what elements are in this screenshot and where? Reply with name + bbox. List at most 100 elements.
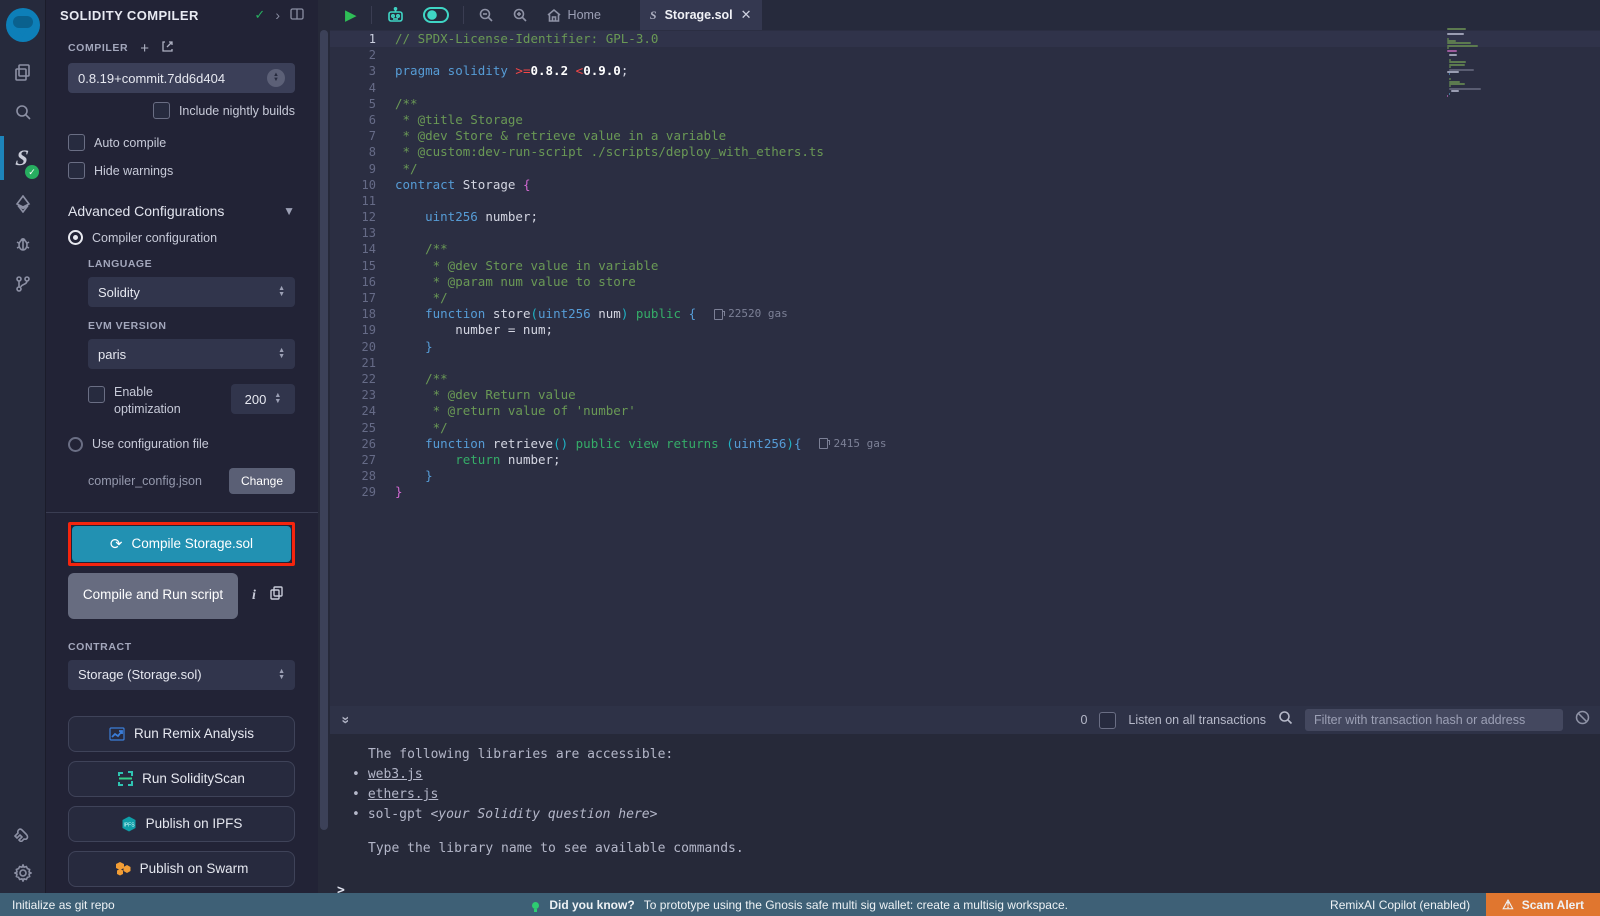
publish-on-swarm-button[interactable]: Publish on Swarm <box>68 851 295 887</box>
line-number: 7 <box>330 128 395 144</box>
code-line[interactable]: 7 * @dev Store & retrieve value in a var… <box>330 128 1600 144</box>
code-line[interactable]: 22 /** <box>330 371 1600 387</box>
code-line[interactable]: 9 */ <box>330 161 1600 177</box>
use-config-file-radio[interactable] <box>68 437 83 452</box>
code-line[interactable]: 5/** <box>330 96 1600 112</box>
code-line[interactable]: 28 } <box>330 468 1600 484</box>
file-explorer-icon[interactable] <box>0 52 45 92</box>
optimization-runs-input[interactable]: 200 ▲▼ <box>231 384 295 414</box>
auto-compile-checkbox[interactable] <box>68 134 85 151</box>
code-line[interactable]: 8 * @custom:dev-run-script ./scripts/dep… <box>330 144 1600 160</box>
code-line[interactable]: 11 <box>330 193 1600 209</box>
code-line[interactable]: 14 /** <box>330 241 1600 257</box>
code-line[interactable]: 12 uint256 number; <box>330 209 1600 225</box>
panel-scrollbar[interactable] <box>318 0 330 893</box>
compile-and-run-button[interactable]: Compile and Run script <box>68 573 238 619</box>
advanced-configurations-toggle[interactable]: Advanced Configurations ▼ <box>68 203 295 219</box>
code-line[interactable]: 17 */ <box>330 290 1600 306</box>
compiler-version-select[interactable]: 0.8.19+commit.7dd6d404 ▲▼ <box>68 63 295 93</box>
line-number: 11 <box>330 193 395 209</box>
code-line[interactable]: 29} <box>330 484 1600 500</box>
ai-copilot-robot-icon[interactable] <box>377 7 414 24</box>
run-solidityscan-button[interactable]: Run SolidityScan <box>68 761 295 797</box>
code-line[interactable]: 21 <box>330 355 1600 371</box>
search-icon[interactable] <box>0 92 45 132</box>
code-line[interactable]: 3pragma solidity >=0.8.2 <0.9.0; <box>330 63 1600 79</box>
zoom-in-icon[interactable] <box>503 7 537 23</box>
code-line[interactable]: 16 * @param num value to store <box>330 274 1600 290</box>
zoom-out-icon[interactable] <box>469 7 503 23</box>
close-tab-icon[interactable]: ✕ <box>741 7 752 23</box>
lightbulb-icon <box>532 902 539 909</box>
change-config-button[interactable]: Change <box>229 468 295 494</box>
use-config-file-radio-row[interactable]: Use configuration file <box>68 437 295 452</box>
code-line[interactable]: 18 function store(uint256 num) public {2… <box>330 306 1600 322</box>
tab-storage-sol[interactable]: S Storage.sol ✕ <box>640 0 762 30</box>
code-line[interactable]: 26 function retrieve() public view retur… <box>330 436 1600 452</box>
terminal-link[interactable]: web3.js <box>368 767 423 782</box>
pin-panel-icon[interactable] <box>290 7 304 23</box>
listen-transactions-checkbox[interactable] <box>1099 712 1116 729</box>
scan-icon <box>118 771 133 786</box>
line-number: 8 <box>330 144 395 160</box>
terminal-line: •ethers.js <box>330 785 1600 805</box>
icon-rail: S ✓ <box>0 0 46 893</box>
code-line[interactable]: 4 <box>330 80 1600 96</box>
terminal-link[interactable]: ethers.js <box>368 787 438 802</box>
hide-warnings-checkbox-row[interactable]: Hide warnings <box>68 162 295 179</box>
hide-warnings-checkbox[interactable] <box>68 162 85 179</box>
code-line[interactable]: 15 * @dev Store value in variable <box>330 258 1600 274</box>
code-line[interactable]: 10contract Storage { <box>330 177 1600 193</box>
open-external-compiler-icon[interactable] <box>161 40 174 56</box>
code-line[interactable]: 20 } <box>330 339 1600 355</box>
transaction-filter-input[interactable] <box>1305 709 1563 731</box>
code-line[interactable]: 13 <box>330 225 1600 241</box>
compiler-configuration-radio[interactable] <box>68 230 83 245</box>
debugger-icon[interactable] <box>0 224 45 264</box>
terminal-line: •sol-gpt <your Solidity question here> <box>330 805 1600 825</box>
code-line[interactable]: 27 return number; <box>330 452 1600 468</box>
contract-select[interactable]: Storage (Storage.sol) ▲▼ <box>68 660 295 690</box>
publish-on-ipfs-button[interactable]: IPFSPublish on IPFS <box>68 806 295 842</box>
copilot-toggle-icon[interactable] <box>414 7 458 23</box>
panel-header: SOLIDITY COMPILER ✓ › <box>45 0 318 30</box>
code-line[interactable]: 24 * @return value of 'number' <box>330 403 1600 419</box>
code-line[interactable]: 25 */ <box>330 420 1600 436</box>
code-line[interactable]: 19 number = num; <box>330 322 1600 338</box>
plugin-manager-icon[interactable] <box>0 813 45 853</box>
code-line[interactable]: 1// SPDX-License-Identifier: GPL-3.0 <box>330 31 1600 47</box>
terminal-search-icon[interactable] <box>1278 710 1293 730</box>
evm-version-label: EVM VERSION <box>88 320 295 332</box>
compile-button[interactable]: ⟳ Compile Storage.sol <box>72 526 291 562</box>
language-select[interactable]: Solidity ▲▼ <box>88 277 295 307</box>
enable-optimization-checkbox[interactable] <box>88 386 105 403</box>
minimap[interactable] <box>1447 28 1533 100</box>
add-compiler-icon[interactable]: + <box>140 41 149 56</box>
code-line[interactable]: 6 * @title Storage <box>330 112 1600 128</box>
clear-console-icon[interactable] <box>1575 710 1590 730</box>
run-remix-analysis-button[interactable]: Run Remix Analysis <box>68 716 295 752</box>
home-label[interactable]: Home <box>568 8 601 22</box>
terminal[interactable]: The following libraries are accessible:•… <box>330 734 1600 893</box>
include-nightly-checkbox[interactable] <box>153 102 170 119</box>
scam-alert-button[interactable]: ⚠ Scam Alert <box>1486 893 1600 916</box>
include-nightly-checkbox-row[interactable]: Include nightly builds <box>68 102 295 119</box>
code-editor[interactable]: 1// SPDX-License-Identifier: GPL-3.023pr… <box>330 31 1600 706</box>
code-line[interactable]: 23 * @dev Return value <box>330 387 1600 403</box>
auto-compile-checkbox-row[interactable]: Auto compile <box>68 134 295 151</box>
expand-terminal-icon[interactable]: « <box>336 716 352 724</box>
code-line[interactable]: 2 <box>330 47 1600 63</box>
info-icon[interactable]: i <box>252 588 256 604</box>
settings-icon[interactable] <box>0 853 45 893</box>
chevron-right-icon[interactable]: › <box>275 7 280 23</box>
git-icon[interactable] <box>0 264 45 304</box>
deploy-run-icon[interactable] <box>0 184 45 224</box>
compiler-configuration-radio-row[interactable]: Compiler configuration <box>68 230 295 245</box>
evm-version-select[interactable]: paris ▲▼ <box>88 339 295 369</box>
remix-logo[interactable] <box>6 8 40 42</box>
run-script-play-icon[interactable]: ▶ <box>336 6 366 24</box>
copy-icon[interactable] <box>270 586 283 605</box>
solidity-compiler-icon[interactable]: S ✓ <box>0 132 45 184</box>
home-icon[interactable]: Home <box>537 8 610 23</box>
git-init-status[interactable]: Initialize as git repo <box>12 898 115 912</box>
